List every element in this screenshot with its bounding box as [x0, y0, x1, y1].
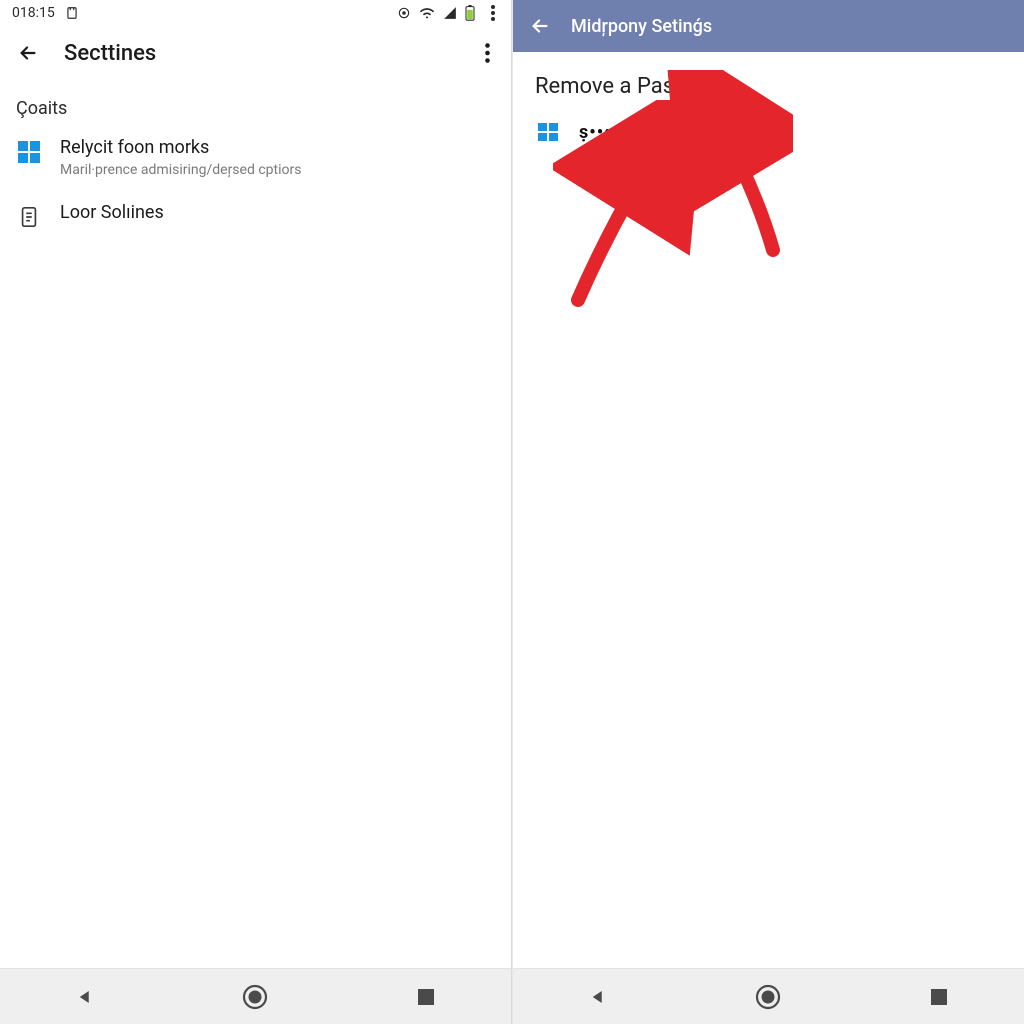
nav-home-button[interactable]: [235, 977, 275, 1017]
more-vert-icon[interactable]: [491, 5, 495, 21]
battery-icon: [465, 5, 475, 21]
password-entry-row[interactable]: ṣ•••••••k: [513, 107, 1024, 157]
sim-card-icon: [65, 6, 79, 20]
right-page-title: Midŗpony Setinǵs: [571, 16, 712, 37]
nav-home-button[interactable]: [748, 977, 788, 1017]
nav-back-button[interactable]: [578, 977, 618, 1017]
nav-back-button[interactable]: [65, 977, 105, 1017]
list-item-title: Loor Solıines: [60, 202, 164, 225]
left-app-bar: Secttines: [0, 26, 511, 80]
left-screenshot: 018:15: [0, 0, 512, 1024]
document-icon: [16, 204, 42, 230]
nav-recent-button[interactable]: [919, 977, 959, 1017]
back-button[interactable]: [14, 39, 42, 67]
back-button[interactable]: [527, 13, 553, 39]
right-top-bar: Midŗpony Setinǵs: [513, 0, 1024, 52]
android-nav-bar: [513, 968, 1024, 1024]
masked-password-value: ṣ•••••••k: [579, 122, 652, 143]
cell-signal-icon: [443, 6, 457, 20]
list-item[interactable]: Loor Solıines: [0, 188, 511, 240]
status-time: 018:15: [12, 5, 55, 21]
settings-list: Relycit foon morks Maril·prence admisiri…: [0, 127, 511, 240]
overflow-menu-button[interactable]: [473, 39, 501, 67]
remove-password-heading: Remove a Password: [513, 52, 1024, 107]
right-screenshot: Midŗpony Setinǵs Remove a Password ṣ••••…: [512, 0, 1024, 1024]
list-item-title: Relycit foon morks: [60, 137, 301, 160]
list-item[interactable]: Relycit foon morks Maril·prence admisiri…: [0, 127, 511, 188]
list-item-subtitle: Maril·prence admisiring/deŗsed cptiors: [60, 162, 301, 178]
location-icon: [397, 6, 411, 20]
android-status-bar: 018:15: [0, 0, 511, 26]
android-nav-bar: [0, 968, 511, 1024]
windows-icon: [16, 139, 42, 165]
section-label: Çoaits: [0, 80, 511, 127]
left-page-title: Secttines: [64, 41, 156, 66]
nav-recent-button[interactable]: [406, 977, 446, 1017]
windows-icon: [535, 121, 561, 143]
wifi-icon: [419, 6, 435, 20]
